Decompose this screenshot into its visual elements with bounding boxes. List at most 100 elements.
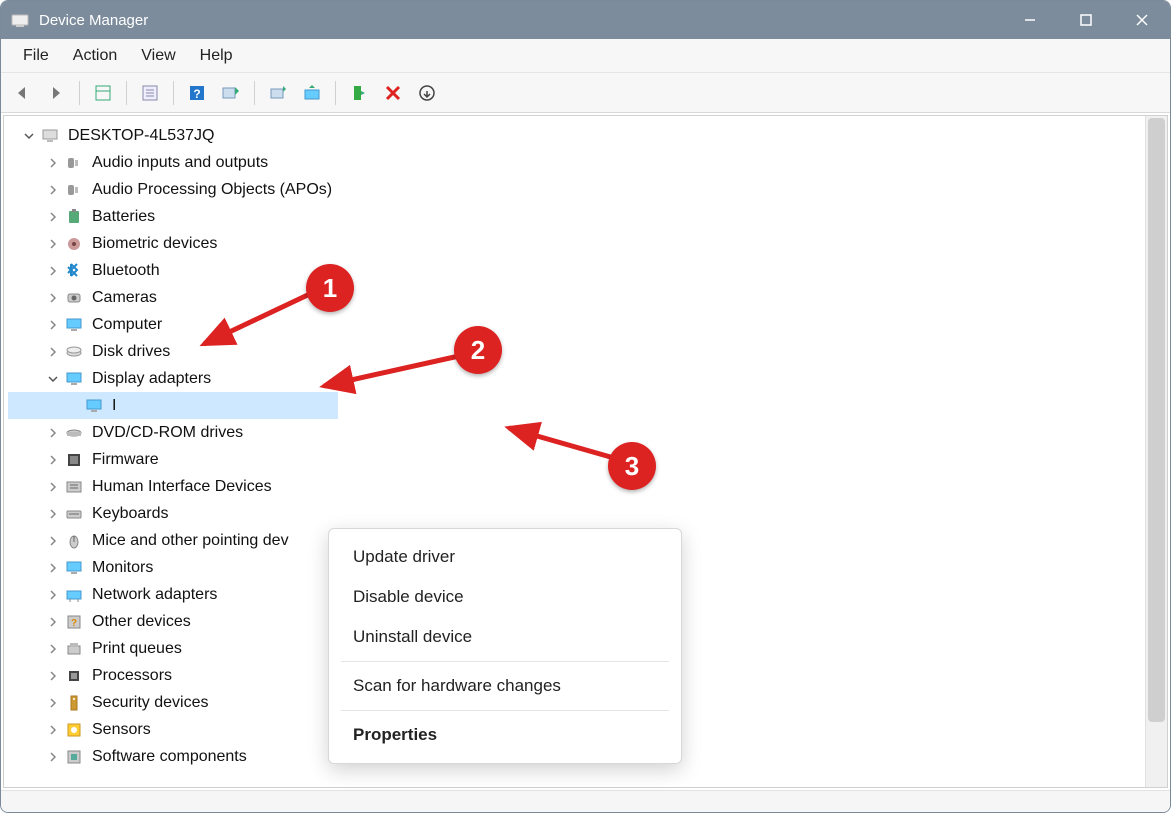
disable-device-button[interactable] <box>378 78 408 108</box>
menu-action[interactable]: Action <box>61 43 129 69</box>
chevron-right-icon[interactable] <box>44 451 62 469</box>
tree-category[interactable]: Computer <box>8 311 1141 338</box>
chevron-right-icon[interactable] <box>44 289 62 307</box>
context-separator <box>341 661 669 662</box>
context-update-driver[interactable]: Update driver <box>329 537 681 577</box>
category-icon <box>64 666 84 686</box>
computer-icon <box>40 126 60 146</box>
menu-help[interactable]: Help <box>188 43 245 69</box>
chevron-right-icon[interactable] <box>44 586 62 604</box>
forward-button[interactable] <box>41 78 71 108</box>
chevron-right-icon[interactable] <box>44 262 62 280</box>
svg-text:?: ? <box>193 87 200 101</box>
category-icon <box>64 423 84 443</box>
tree-category[interactable]: Audio inputs and outputs <box>8 149 1141 176</box>
tree-root[interactable]: DESKTOP-4L537JQ <box>8 122 1141 149</box>
context-disable-device[interactable]: Disable device <box>329 577 681 617</box>
category-label: Print queues <box>92 640 182 658</box>
chevron-right-icon[interactable] <box>44 181 62 199</box>
category-label: DVD/CD-ROM drives <box>92 424 243 442</box>
tree-category[interactable]: Audio Processing Objects (APOs) <box>8 176 1141 203</box>
chevron-right-icon[interactable] <box>44 721 62 739</box>
category-icon <box>64 558 84 578</box>
scrollbar-thumb[interactable] <box>1148 118 1165 722</box>
category-icon <box>64 315 84 335</box>
device-manager-window: Device Manager File Action View Help ? <box>0 0 1171 813</box>
tree-device[interactable]: I <box>8 392 338 419</box>
chevron-right-icon[interactable] <box>44 316 62 334</box>
uninstall-button[interactable] <box>297 78 327 108</box>
device-label: I <box>112 397 116 415</box>
chevron-right-icon[interactable] <box>44 424 62 442</box>
chevron-down-icon[interactable] <box>44 370 62 388</box>
back-button[interactable] <box>7 78 37 108</box>
svg-text:?: ? <box>71 618 77 629</box>
chevron-right-icon[interactable] <box>44 478 62 496</box>
category-label: Biometric devices <box>92 235 217 253</box>
chevron-right-icon[interactable] <box>44 208 62 226</box>
chevron-right-icon[interactable] <box>44 559 62 577</box>
category-icon <box>64 477 84 497</box>
chevron-right-icon[interactable] <box>44 667 62 685</box>
category-label: Security devices <box>92 694 209 712</box>
maximize-button[interactable] <box>1058 1 1114 39</box>
chevron-right-icon[interactable] <box>44 694 62 712</box>
annotation-badge-1: 1 <box>306 264 354 312</box>
category-icon <box>64 450 84 470</box>
category-label: Sensors <box>92 721 151 739</box>
tree-category[interactable]: Display adapters <box>8 365 1141 392</box>
tree-category[interactable]: Keyboards <box>8 500 1141 527</box>
minimize-button[interactable] <box>1002 1 1058 39</box>
category-label: Batteries <box>92 208 155 226</box>
chevron-right-icon[interactable] <box>44 640 62 658</box>
show-hide-tree-button[interactable] <box>88 78 118 108</box>
category-label: Network adapters <box>92 586 217 604</box>
app-icon <box>11 11 29 29</box>
enable-device-button[interactable] <box>344 78 374 108</box>
category-label: Other devices <box>92 613 191 631</box>
category-label: Firmware <box>92 451 159 469</box>
tree-category[interactable]: Disk drives <box>8 338 1141 365</box>
context-uninstall-device[interactable]: Uninstall device <box>329 617 681 657</box>
chevron-right-icon[interactable] <box>44 532 62 550</box>
properties-button[interactable] <box>135 78 165 108</box>
statusbar <box>1 790 1170 812</box>
category-label: Disk drives <box>92 343 170 361</box>
chevron-right-icon[interactable] <box>44 235 62 253</box>
window-title: Device Manager <box>39 12 148 29</box>
category-label: Monitors <box>92 559 153 577</box>
category-icon <box>64 747 84 767</box>
vertical-scrollbar[interactable] <box>1145 116 1167 787</box>
category-label: Computer <box>92 316 162 334</box>
context-properties[interactable]: Properties <box>329 715 681 755</box>
menubar: File Action View Help <box>1 39 1170 73</box>
menu-view[interactable]: View <box>129 43 187 69</box>
chevron-right-icon[interactable] <box>44 613 62 631</box>
context-scan-hardware[interactable]: Scan for hardware changes <box>329 666 681 706</box>
category-label: Cameras <box>92 289 157 307</box>
scan-button[interactable] <box>216 78 246 108</box>
category-label: Audio inputs and outputs <box>92 154 268 172</box>
tree-category[interactable]: Cameras <box>8 284 1141 311</box>
chevron-right-icon[interactable] <box>44 748 62 766</box>
tree-category[interactable]: Batteries <box>8 203 1141 230</box>
category-icon <box>64 234 84 254</box>
category-icon: ? <box>64 612 84 632</box>
category-icon <box>64 342 84 362</box>
menu-file[interactable]: File <box>11 43 61 69</box>
chevron-right-icon[interactable] <box>44 505 62 523</box>
category-label: Bluetooth <box>92 262 160 280</box>
help-button[interactable]: ? <box>182 78 212 108</box>
add-legacy-button[interactable] <box>412 78 442 108</box>
update-driver-button[interactable] <box>263 78 293 108</box>
category-icon <box>64 153 84 173</box>
chevron-right-icon[interactable] <box>44 154 62 172</box>
close-button[interactable] <box>1114 1 1170 39</box>
category-icon <box>64 207 84 227</box>
context-menu: Update driver Disable device Uninstall d… <box>328 528 682 764</box>
tree-category[interactable]: Biometric devices <box>8 230 1141 257</box>
chevron-down-icon[interactable] <box>20 127 38 145</box>
chevron-right-icon[interactable] <box>44 343 62 361</box>
category-label: Software components <box>92 748 247 766</box>
tree-category[interactable]: Bluetooth <box>8 257 1141 284</box>
